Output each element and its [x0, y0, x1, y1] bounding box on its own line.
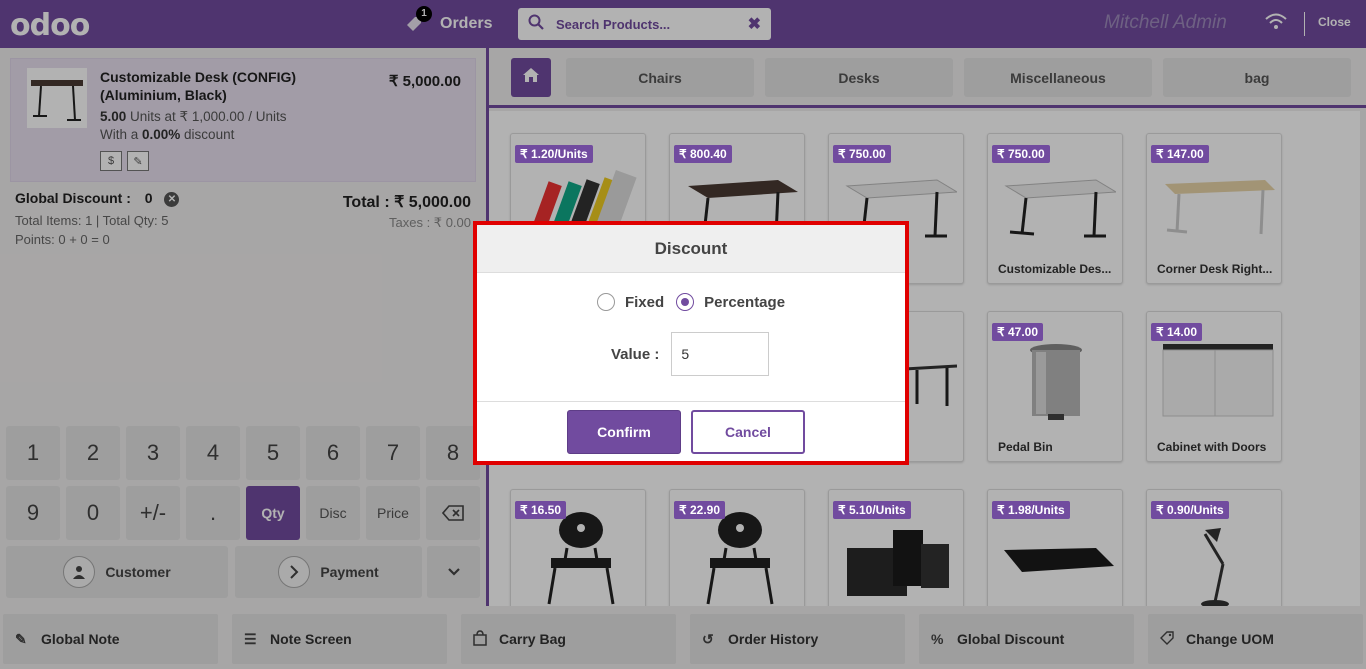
- product-price: ₹ 147.00: [1151, 145, 1209, 163]
- discount-value-input[interactable]: [671, 332, 770, 376]
- confirm-button[interactable]: Confirm: [567, 410, 681, 454]
- product-price: ₹ 800.40: [674, 145, 732, 163]
- product-price: ₹ 0.90/Units: [1151, 501, 1229, 519]
- product-price: ₹ 1.98/Units: [992, 501, 1070, 519]
- value-row: Value :: [611, 332, 770, 376]
- option-fixed[interactable]: Fixed: [596, 293, 665, 311]
- value-label: Value :: [611, 345, 660, 363]
- product-price: ₹ 750.00: [833, 145, 891, 163]
- product-price: ₹ 22.90: [674, 501, 725, 519]
- discount-dialog: Discount Fixed Percentage Value : Confir…: [477, 225, 905, 461]
- fixed-radio[interactable]: [596, 293, 615, 311]
- dialog-title: Discount: [477, 225, 905, 273]
- dialog-footer: Confirm Cancel: [477, 401, 905, 461]
- percentage-radio[interactable]: [676, 293, 695, 311]
- option-percentage[interactable]: Percentage: [676, 293, 785, 311]
- cancel-button[interactable]: Cancel: [691, 410, 805, 454]
- fixed-label: Fixed: [624, 293, 665, 311]
- product-price: ₹ 14.00: [1151, 323, 1202, 341]
- product-price: ₹ 1.20/Units: [515, 145, 593, 163]
- percentage-label: Percentage: [704, 293, 786, 311]
- product-price: ₹ 5.10/Units: [833, 501, 911, 519]
- product-price: ₹ 750.00: [992, 145, 1050, 163]
- product-price: ₹ 16.50: [515, 501, 566, 519]
- discount-type-options: Fixed Percentage: [477, 293, 905, 311]
- product-price: ₹ 47.00: [992, 323, 1043, 341]
